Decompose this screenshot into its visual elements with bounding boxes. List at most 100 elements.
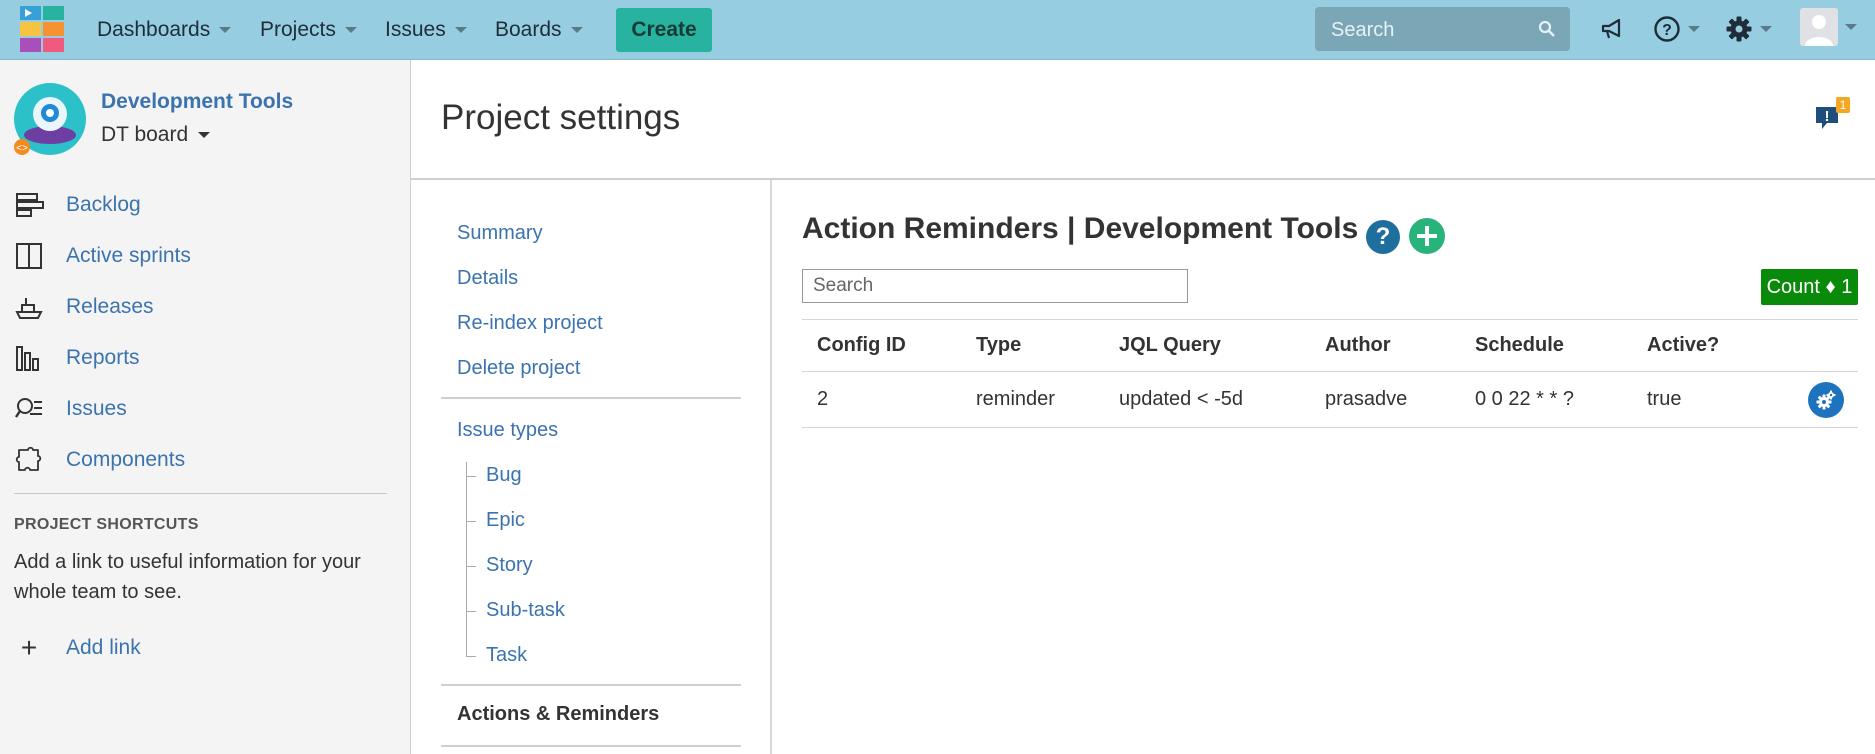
plus-icon: + xyxy=(20,632,38,663)
global-search xyxy=(1315,7,1570,51)
sidebar-item-releases[interactable]: Releases xyxy=(14,291,154,323)
tree-line xyxy=(466,656,476,657)
chevron-down-icon xyxy=(198,132,211,138)
divider xyxy=(770,180,772,754)
tree-line xyxy=(466,611,476,612)
reminders-search-input[interactable] xyxy=(802,269,1188,303)
sidebar-item-label: Active sprints xyxy=(66,244,191,267)
issues-icon xyxy=(15,398,42,418)
divider xyxy=(411,178,1875,180)
gears-icon xyxy=(1816,390,1836,409)
column-header-config-id[interactable]: Config ID xyxy=(802,319,961,372)
app-logo-icon[interactable] xyxy=(20,6,66,52)
cell-actions xyxy=(1790,371,1858,428)
chevron-down-icon xyxy=(219,27,232,33)
releases-icon xyxy=(15,298,43,319)
reminders-table: Config ID Type JQL Query Author Schedule… xyxy=(802,319,1858,428)
row-settings-button[interactable] xyxy=(1808,381,1844,418)
board-name-label: DT board xyxy=(101,123,189,146)
nav-projects[interactable]: Projects xyxy=(260,14,357,46)
announcements-button[interactable] xyxy=(1600,12,1626,46)
settings-nav-delete-project[interactable]: Delete project xyxy=(457,357,580,380)
svg-text:?: ? xyxy=(1662,22,1672,39)
profile-menu[interactable] xyxy=(1800,8,1857,46)
gear-icon xyxy=(1726,16,1752,42)
tree-line xyxy=(466,462,477,656)
sidebar-item-reports[interactable]: Reports xyxy=(14,342,140,374)
cell-schedule: 0 0 22 * * ? xyxy=(1460,371,1632,428)
add-reminder-button[interactable] xyxy=(1409,218,1445,254)
chevron-down-icon xyxy=(1688,26,1700,32)
admin-menu[interactable] xyxy=(1725,12,1772,46)
sidebar-item-issues[interactable]: Issues xyxy=(14,393,127,425)
chevron-down-icon xyxy=(344,27,357,33)
global-search-input[interactable] xyxy=(1329,16,1533,44)
create-button[interactable]: Create xyxy=(616,8,712,52)
cell-active: true xyxy=(1632,371,1790,428)
nav-issues-label: Issues xyxy=(385,18,446,41)
nav-dashboards[interactable]: Dashboards xyxy=(97,14,232,46)
settings-nav-issue-type-task[interactable]: Task xyxy=(486,644,527,667)
reports-icon xyxy=(16,346,39,371)
cell-jql-query: updated < -5d xyxy=(1104,371,1310,428)
column-header-active[interactable]: Active? xyxy=(1632,319,1790,372)
column-header-jql-query[interactable]: JQL Query xyxy=(1104,319,1310,372)
search-icon[interactable] xyxy=(1538,20,1556,38)
chevron-down-icon xyxy=(1760,26,1772,32)
board-selector[interactable]: DT board xyxy=(101,123,211,147)
project-sidebar: <> Development Tools DT board Backlog Ac… xyxy=(0,60,411,754)
settings-nav-issue-type-bug[interactable]: Bug xyxy=(486,464,522,487)
column-header-author[interactable]: Author xyxy=(1310,319,1460,372)
table-row: 2 reminder updated < -5d prasadve 0 0 22… xyxy=(802,371,1858,428)
megaphone-icon xyxy=(1601,18,1621,39)
question-mark-icon: ? xyxy=(1375,223,1391,250)
divider xyxy=(441,397,741,399)
tree-line xyxy=(466,566,476,567)
project-name[interactable]: Development Tools xyxy=(101,90,293,114)
help-button[interactable]: ? xyxy=(1366,220,1400,254)
cell-config-id: 2 xyxy=(802,371,961,428)
add-link-button[interactable]: + Add link xyxy=(14,632,141,664)
nav-boards[interactable]: Boards xyxy=(495,14,583,46)
settings-nav-summary[interactable]: Summary xyxy=(457,222,543,245)
settings-nav-issue-type-subtask[interactable]: Sub-task xyxy=(486,599,565,622)
sidebar-item-label: Backlog xyxy=(66,193,141,216)
tree-line xyxy=(466,476,476,477)
settings-nav-actions-reminders[interactable]: Actions & Reminders xyxy=(457,703,659,726)
divider xyxy=(441,684,741,686)
svg-text:<>: <> xyxy=(16,143,28,154)
settings-nav-issue-type-story[interactable]: Story xyxy=(486,554,533,577)
settings-nav-issue-types[interactable]: Issue types xyxy=(457,419,558,442)
sidebar-item-label: Releases xyxy=(66,295,154,318)
help-icon: ? xyxy=(1654,16,1680,42)
add-link-label: Add link xyxy=(66,636,141,659)
tree-line xyxy=(466,521,476,522)
column-header-schedule[interactable]: Schedule xyxy=(1460,319,1632,372)
chevron-down-icon xyxy=(454,27,467,33)
nav-issues[interactable]: Issues xyxy=(385,14,467,46)
settings-nav-reindex-project[interactable]: Re-index project xyxy=(457,312,603,335)
column-header-type[interactable]: Type xyxy=(961,319,1104,372)
nav-dashboards-label: Dashboards xyxy=(97,18,211,41)
column-header-actions xyxy=(1790,319,1858,372)
settings-nav-details[interactable]: Details xyxy=(457,267,518,290)
chevron-down-icon xyxy=(570,27,583,33)
count-badge: Count ♦ 1 xyxy=(1761,269,1858,305)
user-avatar xyxy=(1800,8,1838,46)
cell-type: reminder xyxy=(961,371,1104,428)
backlog-icon xyxy=(16,193,44,217)
sidebar-item-backlog[interactable]: Backlog xyxy=(14,189,141,221)
settings-nav-issue-type-epic[interactable]: Epic xyxy=(486,509,525,532)
top-navigation-bar: Dashboards Projects Issues Boards Create… xyxy=(0,0,1875,60)
active-sprints-icon xyxy=(16,243,42,269)
section-heading: Action Reminders | Development Tools xyxy=(802,212,1359,245)
notifications-button[interactable]: ! 1 xyxy=(1814,97,1850,138)
divider xyxy=(441,745,741,747)
sidebar-item-components[interactable]: Components xyxy=(14,444,185,476)
help-menu[interactable]: ? xyxy=(1653,12,1700,46)
sidebar-item-active-sprints[interactable]: Active sprints xyxy=(14,240,191,272)
shortcuts-heading: PROJECT SHORTCUTS xyxy=(14,516,199,533)
project-avatar[interactable]: <> xyxy=(14,83,86,155)
chevron-down-icon xyxy=(1845,24,1857,30)
notification-count: 1 xyxy=(1840,98,1847,112)
